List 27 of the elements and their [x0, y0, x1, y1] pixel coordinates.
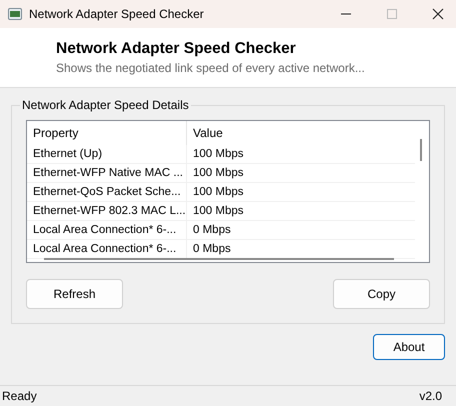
table-cell: Ethernet (Up)	[27, 145, 187, 163]
table-cell: Ethernet-QoS Packet Sche...	[27, 183, 187, 201]
header-title: Network Adapter Speed Checker	[56, 40, 297, 58]
table-cell-text: 100 Mbps	[192, 185, 244, 200]
scrollbar-thumb[interactable]	[420, 139, 422, 161]
about-button[interactable]: About	[373, 334, 445, 360]
column-header[interactable]: Property	[27, 121, 187, 145]
group-title: Network Adapter Speed Details	[21, 98, 190, 112]
table-cell-text: 100 Mbps	[192, 204, 244, 219]
column-header[interactable]: Value	[187, 121, 223, 145]
table-cell: Ethernet-WFP Native MAC ...	[27, 164, 187, 182]
maximize-icon[interactable]	[386, 8, 398, 20]
scrollbar-thumb[interactable]	[44, 258, 394, 260]
version-text: v2.0	[419, 389, 442, 403]
status-text: Ready	[2, 389, 37, 403]
table-cell: Local Area Connection* 6-...	[27, 221, 187, 239]
window-title: Network Adapter Speed Checker	[29, 7, 204, 21]
copy-button[interactable]: Copy	[333, 279, 430, 309]
close-icon[interactable]	[432, 8, 444, 20]
table-cell: Ethernet-WFP 802.3 MAC L...	[27, 202, 187, 220]
table-cell-text: 100 Mbps	[192, 147, 244, 162]
header-subtitle: Shows the negotiated link speed of every active network...	[56, 61, 366, 75]
table-cell-text: 100 Mbps	[192, 166, 244, 181]
table-cell-text: 0 Mbps	[192, 242, 231, 257]
app-icon	[8, 8, 22, 20]
table-cell-text: 0 Mbps	[192, 223, 231, 238]
refresh-button[interactable]: Refresh	[26, 279, 123, 309]
